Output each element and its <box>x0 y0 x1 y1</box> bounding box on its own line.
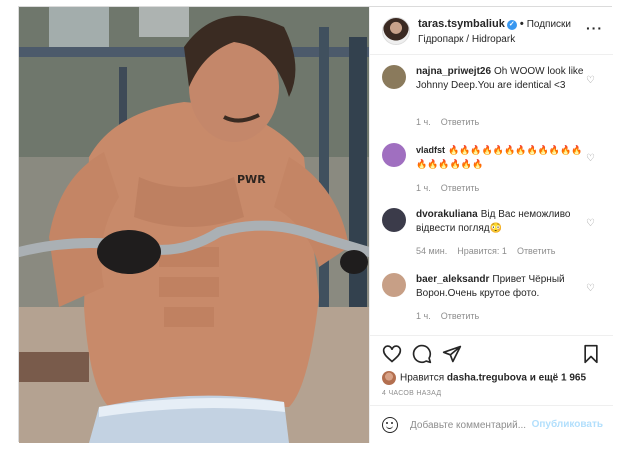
reply-button[interactable]: Ответить <box>517 246 555 256</box>
comment-meta: 1 ч. Ответить <box>416 311 489 321</box>
following-button[interactable]: Подписки <box>527 19 571 30</box>
comment-input[interactable] <box>410 416 540 434</box>
comment-meta: 1 ч. Ответить <box>416 117 489 127</box>
commenter-avatar[interactable] <box>382 208 406 232</box>
reply-button[interactable]: Ответить <box>441 311 479 321</box>
comment-body: dvorakuliana Від Вас неможливо відвести п… <box>416 208 586 236</box>
author-username[interactable]: taras.tsymbaliuk <box>418 18 505 30</box>
location-link[interactable]: Гідропарк / Hidropark <box>418 34 515 45</box>
comment-time[interactable]: 54 мин. <box>416 246 447 256</box>
comment-time[interactable]: 1 ч. <box>416 183 431 193</box>
comment-time[interactable]: 1 ч. <box>416 117 431 127</box>
likes-line: Нравится dasha.tregubova и ещё 1 965 <box>382 371 586 385</box>
comment-meta: 1 ч. Ответить <box>416 183 489 193</box>
author-line: taras.tsymbaliuk ✓ • Подписки <box>418 18 571 30</box>
likes-count[interactable]: и ещё 1 965 <box>530 373 586 384</box>
liker-username[interactable]: dasha.tregubova <box>447 373 527 384</box>
instagram-post: PWR taras.tsymbaliuk ✓ • Подписки Гідропарк… <box>18 6 613 443</box>
comment-like-heart-icon[interactable]: ♡ <box>586 283 595 294</box>
comment-icon[interactable] <box>412 344 432 364</box>
commenter-username[interactable]: baer_aleksandr <box>416 274 489 285</box>
commenter-username[interactable]: dvorakuliana <box>416 209 478 220</box>
commenter-username[interactable]: najna_priwejt26 <box>416 66 491 77</box>
commenter-username[interactable]: vladfst <box>416 145 445 155</box>
emoji-icon[interactable] <box>382 417 398 433</box>
post-sidebar: taras.tsymbaliuk ✓ • Подписки Гідропарк / H… <box>369 7 613 443</box>
comment-meta: 54 мин. Нравится: 1 Ответить <box>416 246 565 256</box>
comment-body: baer_aleksandr Привет Чёрный Ворон.Очень … <box>416 273 586 301</box>
comment-like-heart-icon[interactable]: ♡ <box>586 75 595 86</box>
tattoo-text: PWR <box>237 173 266 186</box>
post-timestamp[interactable]: 4 ЧАСОВ НАЗАД <box>382 390 441 397</box>
reply-button[interactable]: Ответить <box>441 117 479 127</box>
share-icon[interactable] <box>442 344 462 364</box>
comment-like-heart-icon[interactable]: ♡ <box>586 153 595 164</box>
add-comment-bar: Опубликовать <box>370 405 613 443</box>
commenter-avatar[interactable] <box>382 273 406 297</box>
action-bar <box>370 335 613 371</box>
commenter-avatar[interactable] <box>382 143 406 167</box>
heart-icon[interactable] <box>382 344 402 364</box>
liker-avatar[interactable] <box>382 371 396 385</box>
comments-list: najna_priwejt26 Oh WOOW look like Johnny … <box>370 55 613 335</box>
comment-body: najna_priwejt26 Oh WOOW look like Johnny … <box>416 65 586 93</box>
author-avatar[interactable] <box>382 17 410 45</box>
publish-button[interactable]: Опубликовать <box>532 419 603 430</box>
more-options-icon[interactable]: ··· <box>586 20 603 36</box>
comment-time[interactable]: 1 ч. <box>416 311 431 321</box>
separator: • <box>519 18 524 30</box>
comment-body: vladfst 🔥🔥🔥🔥🔥🔥🔥🔥🔥🔥🔥🔥🔥🔥🔥🔥🔥🔥 <box>416 143 586 171</box>
comment-likes-count[interactable]: Нравится: 1 <box>457 246 507 256</box>
photo-illustration: PWR <box>19 7 369 443</box>
commenter-avatar[interactable] <box>382 65 406 89</box>
save-icon[interactable] <box>581 344 601 364</box>
reply-button[interactable]: Ответить <box>441 183 479 193</box>
post-photo[interactable]: PWR <box>19 7 369 443</box>
comment-like-heart-icon[interactable]: ♡ <box>586 218 595 229</box>
verified-badge-icon: ✓ <box>506 20 517 30</box>
likes-prefix: Нравится <box>400 372 445 384</box>
post-header: taras.tsymbaliuk ✓ • Подписки Гідропарк / H… <box>370 7 613 55</box>
